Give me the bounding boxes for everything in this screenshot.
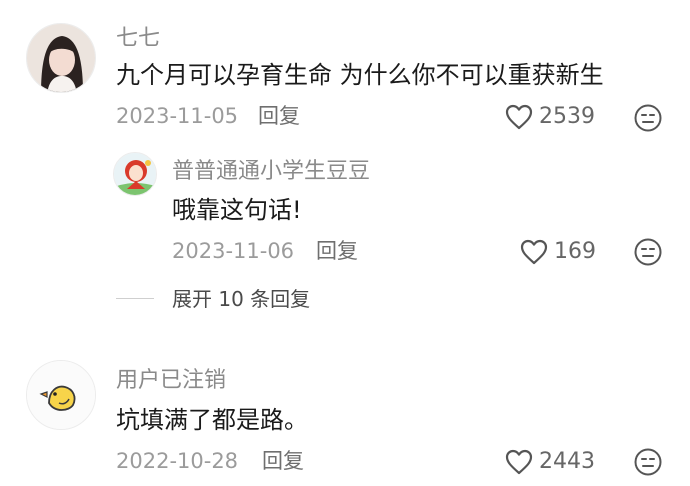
comment-date: 2022-10-28 [116, 449, 239, 473]
like-count: 2539 [539, 104, 595, 129]
emoji-face-icon[interactable] [633, 237, 663, 267]
heart-outline-icon [520, 239, 548, 265]
heart-outline-icon [505, 449, 533, 475]
like-count: 169 [554, 239, 596, 264]
yellow-chick-avatar-icon [27, 361, 95, 429]
like-count: 2443 [539, 449, 595, 474]
like-button[interactable]: 2443 [505, 449, 595, 475]
emoji-face-icon[interactable] [633, 447, 663, 477]
girl-portrait-avatar-icon [27, 24, 95, 92]
expand-replies-button[interactable]: 展开 10 条回复 [172, 289, 310, 309]
comment-username[interactable]: 用户已注销 [116, 370, 226, 392]
like-button[interactable]: 2539 [505, 104, 595, 130]
avatar-doudou[interactable] [113, 152, 157, 196]
avatar-deleted-user[interactable] [26, 360, 96, 430]
expand-divider [116, 298, 154, 299]
reply-button[interactable]: 回复 [262, 451, 304, 472]
emoji-face-icon[interactable] [633, 103, 663, 133]
avatar-qiqi[interactable] [26, 23, 96, 93]
comment-text: 九个月可以孕育生命 为什么你不可以重获新生 [116, 61, 604, 89]
reply-username[interactable]: 普普通通小学生豆豆 [172, 161, 370, 183]
like-button[interactable]: 169 [520, 239, 596, 265]
heart-outline-icon [505, 104, 533, 130]
reply-date: 2023-11-06 [172, 239, 295, 263]
comment-section: 七七 九个月可以孕育生命 为什么你不可以重获新生 2023-11-05 回复 2… [0, 0, 690, 486]
reply-text: 哦靠这句话! [172, 196, 302, 224]
reply-button[interactable]: 回复 [258, 106, 300, 127]
reply-button[interactable]: 回复 [316, 241, 358, 262]
comment-username[interactable]: 七七 [116, 28, 160, 50]
comment-text: 坑填满了都是路。 [116, 406, 308, 434]
comment-date: 2023-11-05 [116, 104, 239, 128]
cartoon-girl-avatar-icon [114, 153, 156, 195]
